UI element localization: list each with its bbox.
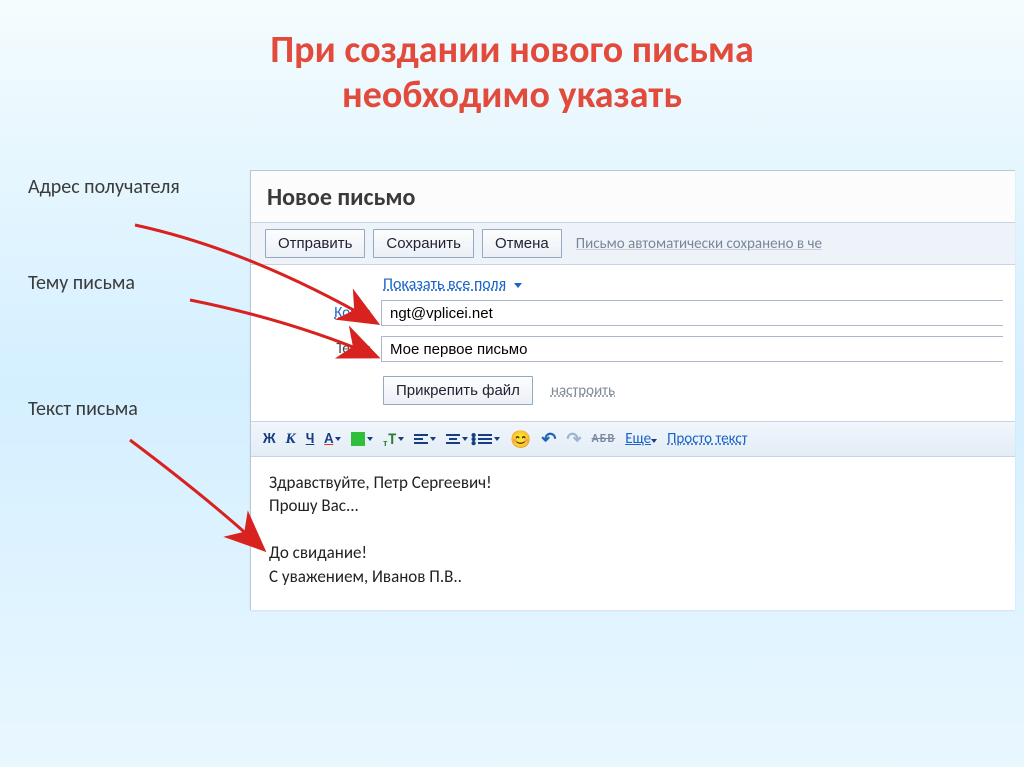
chevron-down-icon — [335, 437, 341, 441]
highlight-button[interactable] — [351, 432, 373, 446]
callout-recipient: Адрес получателя — [28, 175, 228, 199]
autosave-status: Письмо автоматически сохранено в че — [576, 235, 822, 253]
chevron-down-icon — [430, 437, 436, 441]
subject-input[interactable] — [381, 336, 1003, 362]
more-formatting[interactable]: Еще — [625, 430, 657, 448]
fields-area: Показать все поля Кому: Тема: Прикрепить… — [251, 265, 1015, 421]
highlight-swatch-icon — [351, 432, 365, 446]
email-client-panel: Новое письмо Отправить Сохранить Отмена … — [250, 170, 1015, 610]
font-size-button[interactable]: тТ — [383, 430, 404, 449]
emoji-button[interactable]: 😊 — [510, 429, 531, 450]
chevron-down-icon — [367, 437, 373, 441]
callouts: Адрес получателя Тему письма Текст письм… — [28, 175, 228, 493]
show-all-fields[interactable]: Показать все поля — [383, 275, 1003, 294]
message-body[interactable]: Здравствуйте, Петр Сергеевич! Прошу Вас.… — [251, 457, 1015, 610]
callout-subject: Тему письма — [28, 271, 228, 295]
client-heading: Новое письмо — [251, 171, 1015, 222]
chevron-down-icon — [651, 439, 657, 443]
chevron-down-icon — [398, 437, 404, 441]
strike-button[interactable]: АБВ — [592, 432, 616, 446]
italic-button[interactable]: К — [286, 431, 296, 448]
slide-title: При создании нового письма необходимо ук… — [0, 0, 1024, 118]
bold-button[interactable]: Ж — [263, 430, 276, 448]
more-link-label: Еще — [625, 430, 651, 448]
attach-button[interactable]: Прикрепить файл — [383, 376, 533, 405]
to-input[interactable] — [381, 300, 1003, 326]
font-color-button[interactable]: А — [324, 430, 341, 448]
chevron-down-icon — [514, 283, 522, 288]
chevron-down-icon — [494, 437, 500, 441]
subject-label: Тема: — [336, 340, 371, 358]
configure-link[interactable]: настроить — [551, 382, 615, 400]
plain-text-link[interactable]: Просто текст — [667, 430, 748, 448]
chevron-down-icon — [462, 437, 468, 441]
align-button[interactable] — [414, 434, 436, 444]
save-button[interactable]: Сохранить — [373, 229, 474, 258]
send-button[interactable]: Отправить — [265, 229, 365, 258]
font-color-label: А — [324, 430, 333, 448]
main-toolbar: Отправить Сохранить Отмена Письмо автома… — [251, 222, 1015, 265]
cancel-button[interactable]: Отмена — [482, 229, 562, 258]
redo-button[interactable]: ↷ — [566, 428, 581, 450]
indent-button[interactable] — [446, 434, 468, 444]
list-button[interactable] — [478, 434, 500, 444]
slide-title-line1: При создании нового письма — [270, 27, 753, 73]
subject-row: Тема: — [263, 336, 1003, 362]
show-all-fields-link[interactable]: Показать все поля — [383, 275, 506, 294]
attach-row: Прикрепить файл настроить — [383, 372, 1003, 415]
undo-button[interactable]: ↶ — [541, 428, 556, 450]
to-row: Кому: — [263, 300, 1003, 326]
callout-body: Текст письма — [28, 397, 228, 421]
to-label[interactable]: Кому: — [334, 304, 371, 322]
format-toolbar: Ж К Ч А тТ 😊 ↶ ↷ АБВ Е — [251, 421, 1015, 457]
slide-title-line2: необходимо указать — [342, 72, 682, 118]
underline-button[interactable]: Ч — [306, 430, 315, 448]
